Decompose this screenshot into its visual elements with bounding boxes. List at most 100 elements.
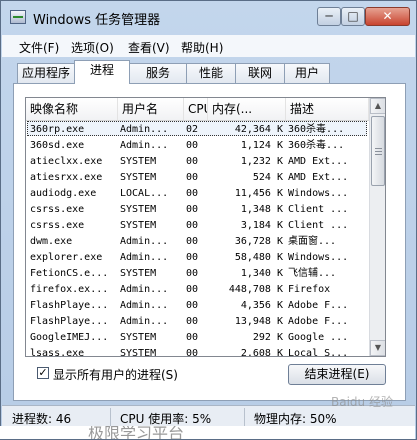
process-user-name: SYSTEM [120, 348, 157, 357]
end-process-button[interactable]: 结束进程(E) [288, 364, 386, 385]
tab-networking[interactable]: 联网 [235, 63, 285, 83]
tab-processes[interactable]: 进程 [74, 60, 130, 84]
column-memory[interactable]: 内存(... [208, 98, 286, 120]
process-cpu: 00 [186, 156, 199, 167]
process-image-name: audiodg.exe [30, 188, 97, 199]
process-row[interactable]: atiesrxx.exe SYSTEM 00 524 K AMD Ext... [26, 169, 369, 185]
column-user-name[interactable]: 用户名 [118, 98, 184, 120]
column-image-name[interactable]: 映像名称 [26, 98, 118, 120]
process-memory: 4,356 K [240, 300, 283, 311]
process-memory: 292 K [252, 332, 283, 343]
process-cpu: 00 [186, 140, 199, 151]
scroll-down-arrow-icon[interactable]: ▼ [370, 340, 385, 356]
show-all-users-label[interactable]: 显示所有用户的进程(S) [53, 366, 178, 383]
process-memory: 36,728 K [234, 236, 283, 247]
process-description: AMD Ext... [288, 172, 349, 183]
scrollbar-grip-line [375, 154, 382, 155]
status-divider [244, 408, 245, 426]
minimize-button[interactable]: ─ [317, 7, 341, 26]
process-list: 映像名称 用户名 CPU 内存(... 描述 360rp.exe Admin...… [25, 97, 386, 357]
process-user-name: SYSTEM [120, 204, 157, 215]
task-manager-app-icon [10, 10, 26, 24]
process-description: Windows... [288, 252, 349, 263]
watermark-text: Baidu 经验 [331, 395, 393, 409]
menu-file[interactable]: 文件(F) [19, 39, 59, 56]
process-row[interactable]: csrss.exe SYSTEM 00 1,348 K Client ... [26, 201, 369, 217]
process-description: 桌面窗... [288, 236, 337, 247]
window-title: Windows 任务管理器 [33, 13, 161, 28]
process-memory: 1,340 K [240, 268, 283, 279]
scroll-up-arrow-icon[interactable]: ▲ [370, 98, 385, 114]
status-physical-memory: 物理内存: 50% [254, 412, 337, 426]
show-all-users-checkbox[interactable]: ✓ [37, 367, 49, 379]
process-row[interactable]: FlashPlaye... Admin... 00 13,948 K Adobe F..… [26, 313, 369, 329]
process-description: Local S... [288, 348, 349, 357]
process-row[interactable]: 360sd.exe Admin... 00 1,124 K 360杀毒... [26, 137, 369, 153]
process-memory: 1,348 K [240, 204, 283, 215]
maximize-button[interactable]: □ [341, 7, 365, 26]
process-user-name: SYSTEM [120, 172, 157, 183]
column-cpu[interactable]: CPU [184, 98, 208, 120]
menu-view[interactable]: 查看(V) [128, 39, 170, 56]
process-description: Client ... [288, 204, 349, 215]
process-user-name: Admin... [120, 252, 169, 263]
process-memory: 3,184 K [240, 220, 283, 231]
process-row[interactable]: explorer.exe Admin... 00 58,480 K Windows... [26, 249, 369, 265]
process-user-name: SYSTEM [120, 156, 157, 167]
process-cpu: 00 [186, 252, 199, 263]
process-row[interactable]: lsass.exe SYSTEM 00 2,608 K Local S... [26, 345, 369, 357]
process-memory: 2,608 K [240, 348, 283, 357]
process-image-name: 360sd.exe [30, 140, 85, 151]
process-memory: 42,364 K [234, 124, 283, 135]
menu-help[interactable]: 帮助(H) [181, 39, 223, 56]
process-user-name: Admin... [120, 300, 169, 311]
scrollbar-thumb[interactable] [371, 116, 385, 186]
process-row[interactable]: audiodg.exe LOCAL... 00 11,456 K Windows... [26, 185, 369, 201]
process-image-name: lsass.exe [30, 348, 85, 357]
process-memory: 58,480 K [234, 252, 283, 263]
process-image-name: GoogleIMEJ... [30, 332, 109, 343]
tab-services[interactable]: 服务 [129, 63, 187, 83]
process-row[interactable]: firefox.ex... Admin... 00 448,708 K Firefox [26, 281, 369, 297]
process-user-name: Admin... [120, 316, 169, 327]
process-cpu: 00 [186, 316, 199, 327]
process-row[interactable]: GoogleIMEJ... SYSTEM 00 292 K Google ... [26, 329, 369, 345]
tab-performance[interactable]: 性能 [186, 63, 236, 83]
process-image-name: firefox.ex... [30, 284, 109, 295]
menu-options[interactable]: 选项(O) [71, 39, 114, 56]
process-row[interactable]: 360rp.exe Admin... 02 42,364 K 360杀毒... [26, 121, 369, 137]
process-cpu: 02 [186, 124, 199, 135]
process-row[interactable]: csrss.exe SYSTEM 00 3,184 K Client ... [26, 217, 369, 233]
process-row[interactable]: FlashPlaye... Admin... 00 4,356 K Adobe F... [26, 297, 369, 313]
process-image-name: csrss.exe [30, 204, 85, 215]
process-row[interactable]: dwm.exe Admin... 00 36,728 K 桌面窗... [26, 233, 369, 249]
process-user-name: LOCAL... [120, 188, 169, 199]
process-user-name: SYSTEM [120, 332, 157, 343]
scrollbar-grip-line [375, 151, 382, 152]
process-description: Firefox [288, 284, 331, 295]
process-rows: 360rp.exe Admin... 02 42,364 K 360杀毒... 360sd… [26, 121, 369, 357]
process-user-name: SYSTEM [120, 268, 157, 279]
process-memory: 1,232 K [240, 156, 283, 167]
status-cpu-usage: CPU 使用率: 5% [120, 412, 212, 426]
background-page-text: 极限学习平台 [88, 426, 185, 439]
tab-applications[interactable]: 应用程序 [17, 63, 75, 83]
process-row[interactable]: atieclxx.exe SYSTEM 00 1,232 K AMD Ext... [26, 153, 369, 169]
background-page-fragment: 极限学习平台 [0, 426, 415, 439]
process-description: 飞信辅... [288, 268, 337, 279]
process-cpu: 00 [186, 284, 199, 295]
tab-users[interactable]: 用户 [284, 63, 330, 83]
process-user-name: Admin... [120, 124, 169, 135]
process-user-name: Admin... [120, 140, 169, 151]
title-bar[interactable]: Windows 任务管理器 ─ □ ✕ [1, 1, 416, 33]
process-cpu: 00 [186, 268, 199, 279]
vertical-scrollbar[interactable]: ▲ ▼ [369, 98, 385, 356]
process-row[interactable]: FetionCS.e... SYSTEM 00 1,340 K 飞信辅... [26, 265, 369, 281]
process-image-name: 360rp.exe [30, 124, 85, 135]
process-image-name: csrss.exe [30, 220, 85, 231]
process-description: Client ... [288, 220, 349, 231]
process-image-name: FetionCS.e... [30, 268, 109, 279]
close-button[interactable]: ✕ [365, 7, 410, 26]
process-memory: 1,124 K [240, 140, 283, 151]
column-description[interactable]: 描述 [286, 98, 369, 120]
